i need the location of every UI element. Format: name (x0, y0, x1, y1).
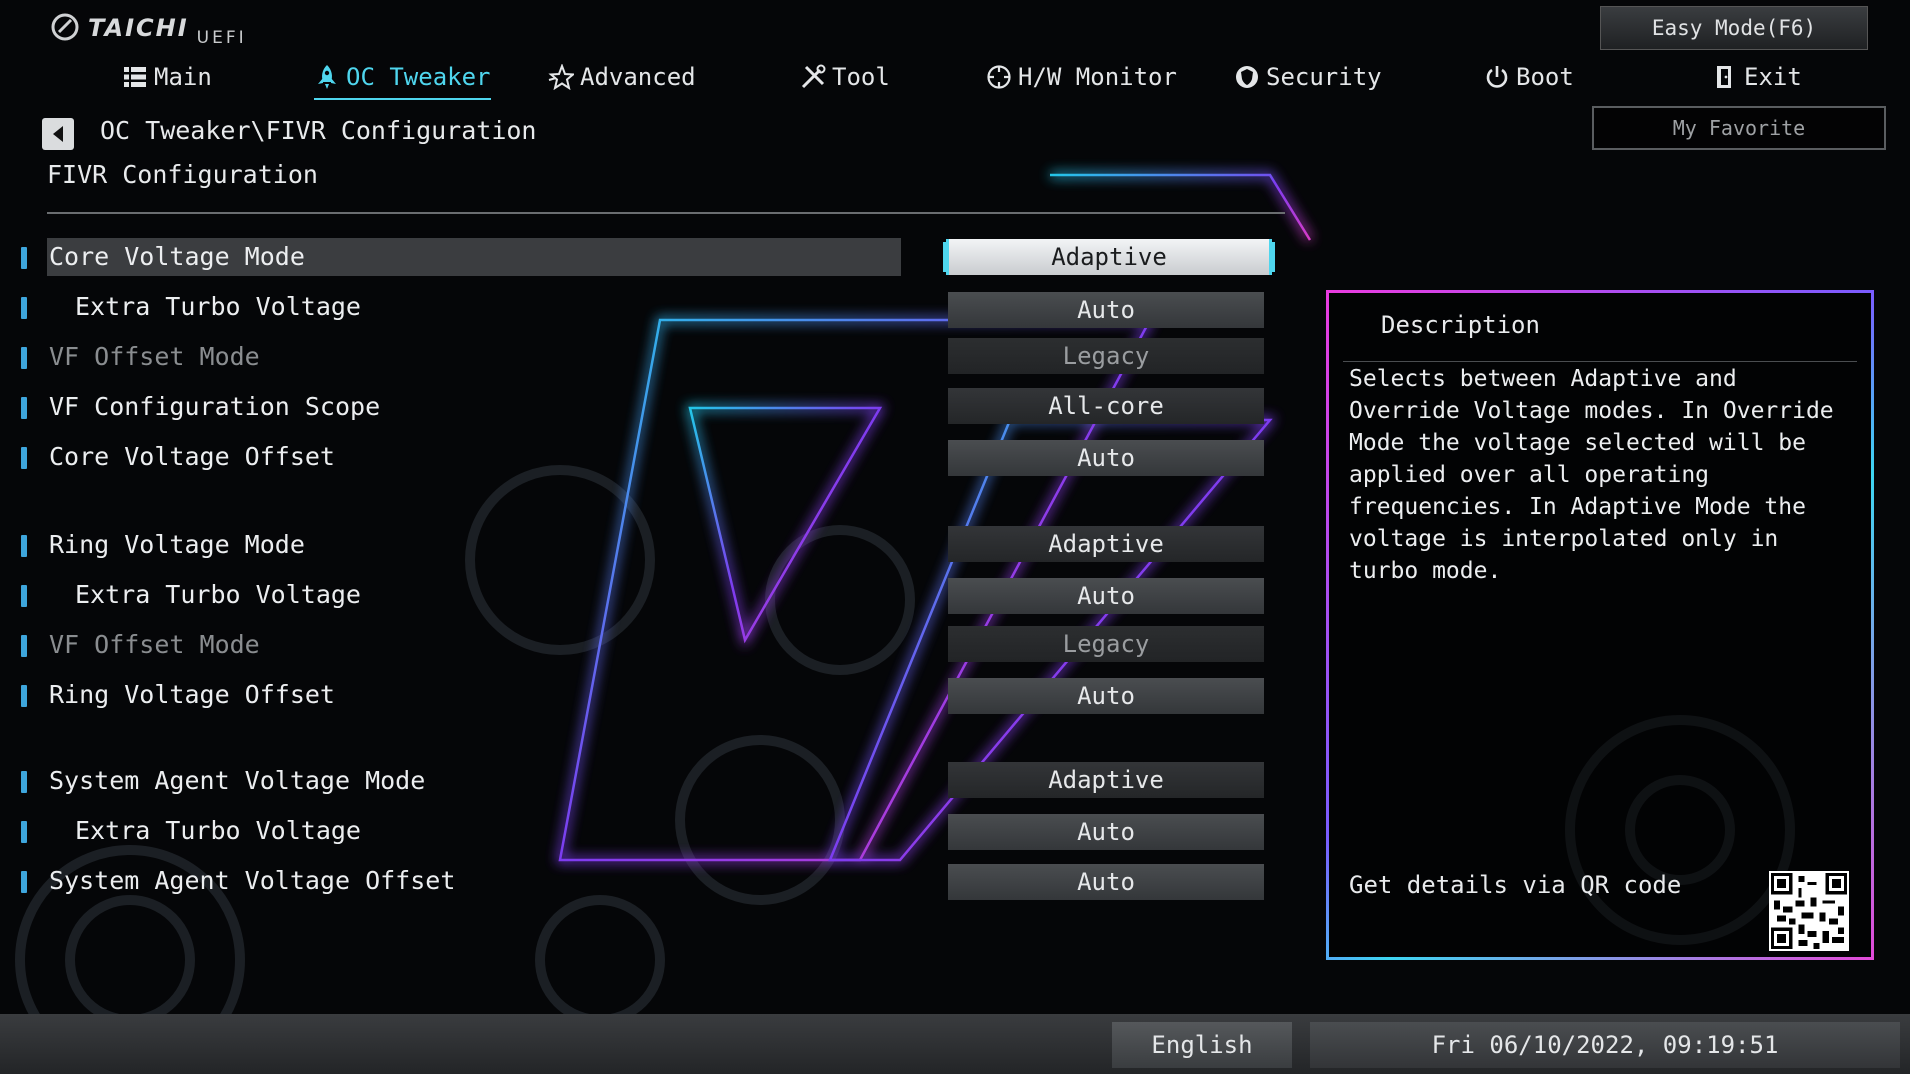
tab-exit-label: Exit (1744, 63, 1802, 91)
setting-label: Core Voltage Mode (49, 242, 305, 271)
tab-boot-label: Boot (1516, 63, 1574, 91)
exit-door-icon (1717, 66, 1731, 88)
row-marker (21, 771, 27, 793)
description-title: Description (1381, 311, 1540, 339)
setting-label: VF Configuration Scope (49, 392, 381, 421)
qr-caption: Get details via QR code (1349, 871, 1682, 899)
tab-boot[interactable]: Boot (1484, 56, 1574, 98)
setting-row-extra-turbo-voltage[interactable]: Extra Turbo Voltage Auto (0, 576, 1280, 614)
row-marker (21, 635, 27, 657)
row-marker (21, 447, 27, 469)
description-panel: Description Selects between Adaptive and… (1326, 290, 1874, 960)
setting-row-vf-offset-mode: VF Offset Mode Legacy (0, 338, 1280, 376)
setting-value: Legacy (948, 338, 1264, 374)
setting-label: Extra Turbo Voltage (75, 292, 361, 321)
description-divider (1343, 361, 1857, 362)
power-icon (1486, 66, 1508, 88)
settings-list: Core Voltage Mode Adaptive Extra Turbo V… (0, 0, 1300, 1000)
setting-row-vf-offset-mode: VF Offset Mode Legacy (0, 626, 1280, 664)
setting-value: Legacy (948, 626, 1264, 662)
setting-label: System Agent Voltage Offset (49, 866, 456, 895)
qr-code-icon (1769, 871, 1849, 951)
setting-row-system-agent-voltage-mode[interactable]: System Agent Voltage Mode Adaptive (0, 762, 1280, 800)
setting-value[interactable]: Auto (948, 864, 1264, 900)
setting-value[interactable]: Adaptive (948, 762, 1264, 798)
setting-row-ring-voltage-mode[interactable]: Ring Voltage Mode Adaptive (0, 526, 1280, 564)
row-marker (21, 685, 27, 707)
setting-label: Extra Turbo Voltage (75, 580, 361, 609)
setting-value[interactable]: Auto (948, 814, 1264, 850)
setting-label: VF Offset Mode (49, 342, 260, 371)
setting-value[interactable]: Auto (948, 292, 1264, 328)
setting-value[interactable]: All-core (948, 388, 1264, 424)
setting-label: VF Offset Mode (49, 630, 260, 659)
setting-label: Ring Voltage Offset (49, 680, 335, 709)
setting-label: Ring Voltage Mode (49, 530, 305, 559)
description-text: Selects between Adaptive and Override Vo… (1349, 366, 1834, 584)
setting-row-ring-voltage-offset[interactable]: Ring Voltage Offset Auto (0, 676, 1280, 714)
setting-value[interactable]: Adaptive (948, 526, 1264, 562)
setting-row-extra-turbo-voltage[interactable]: Extra Turbo Voltage Auto (0, 288, 1280, 328)
setting-value[interactable]: Auto (948, 440, 1264, 476)
row-marker (21, 585, 27, 607)
setting-row-vf-configuration-scope[interactable]: VF Configuration Scope All-core (0, 388, 1280, 426)
easy-mode-button[interactable]: Easy Mode(F6) (1600, 6, 1868, 50)
datetime-display: Fri 06/10/2022, 09:19:51 (1310, 1022, 1900, 1068)
row-marker (21, 535, 27, 557)
tab-exit[interactable]: Exit (1712, 56, 1802, 98)
language-button[interactable]: English (1112, 1022, 1292, 1068)
setting-label: System Agent Voltage Mode (49, 766, 426, 795)
setting-row-core-voltage-offset[interactable]: Core Voltage Offset Auto (0, 438, 1280, 476)
my-favorite-button[interactable]: My Favorite (1592, 106, 1886, 150)
setting-row-core-voltage-mode[interactable]: Core Voltage Mode Adaptive (0, 238, 1280, 276)
setting-label: Core Voltage Offset (49, 442, 335, 471)
setting-value[interactable]: Auto (948, 578, 1264, 614)
setting-value[interactable]: Auto (948, 678, 1264, 714)
setting-row-system-agent-voltage-offset[interactable]: System Agent Voltage Offset Auto (0, 862, 1280, 900)
row-marker (21, 247, 27, 269)
row-marker (21, 297, 27, 319)
row-marker (21, 871, 27, 893)
setting-label: Extra Turbo Voltage (75, 816, 361, 845)
setting-value-selected[interactable]: Adaptive (946, 239, 1272, 275)
row-marker (21, 397, 27, 419)
setting-row-extra-turbo-voltage[interactable]: Extra Turbo Voltage Auto (0, 812, 1280, 850)
row-marker (21, 821, 27, 843)
row-marker (21, 347, 27, 369)
